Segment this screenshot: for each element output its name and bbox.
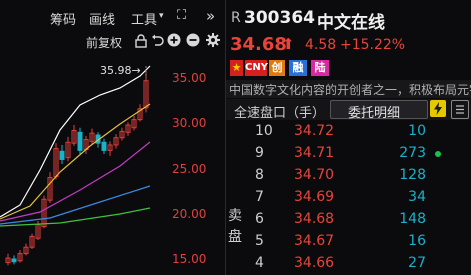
chip-distribution-button[interactable]: 筹码 xyxy=(50,9,76,28)
company-description-bar[interactable]: 中国数字文化内容的开创者之一，积极布局元宇 xyxy=(226,80,471,98)
company-description: 中国数字文化内容的开创者之一，积极布局元宇 xyxy=(229,83,471,97)
last-price-marker: 35.98→ xyxy=(100,64,141,77)
order-book-row[interactable]: 7 34.69 34 xyxy=(226,187,471,209)
kline-chart-panel[interactable]: 筹码 画线 工具 ▾ ⛶ » 前复权 35.98→ 35.00 30.00 25… xyxy=(0,0,226,275)
order-detail-tab-label: 委托明细 xyxy=(348,106,401,121)
order-book-row[interactable]: 4 34.66 27 xyxy=(226,253,471,275)
ask-price: 34.66 xyxy=(294,255,335,271)
settings-gear-icon[interactable] xyxy=(206,33,220,51)
moving-average-line xyxy=(0,207,151,227)
ask-price: 34.67 xyxy=(294,233,335,249)
current-price: 34.68 xyxy=(230,34,287,55)
up-arrow-icon: ⬆ xyxy=(282,35,295,53)
zoom-in-icon[interactable] xyxy=(167,33,181,51)
ask-level: 7 xyxy=(255,189,264,205)
ask-price: 34.71 xyxy=(294,145,335,161)
stock-name: 中文在线 xyxy=(317,13,385,33)
ask-level: 5 xyxy=(255,233,264,249)
price-change-percent: +15.22% xyxy=(340,37,406,53)
last-price-value: 35.98 xyxy=(100,64,132,77)
market-badge: R xyxy=(231,10,241,26)
ask-price: 34.70 xyxy=(294,167,335,183)
quote-panel: R 300364 中文在线 34.68 ⬆ 4.58 +15.22% ★ CNY… xyxy=(226,0,471,275)
tools-caret-icon: ▾ xyxy=(159,11,164,21)
price-axis-tick: 15.00 xyxy=(172,252,207,266)
order-book-row[interactable]: 8 34.70 128 xyxy=(226,165,471,187)
ask-price: 34.72 xyxy=(294,123,335,139)
ask-volume: 16 xyxy=(408,233,426,249)
order-book-title: 全速盘口（手） xyxy=(234,106,326,121)
ask-level: 4 xyxy=(255,255,264,271)
moving-average-line xyxy=(0,65,151,218)
moving-average-line xyxy=(0,185,151,225)
ask-level: 9 xyxy=(255,145,264,161)
ask-volume: 10 xyxy=(408,123,426,139)
ask-level: 8 xyxy=(255,167,264,183)
ask-volume: 273 xyxy=(399,145,426,161)
order-detail-tab[interactable]: 委托明细 xyxy=(330,100,428,121)
ask-price: 34.69 xyxy=(294,189,335,205)
flag-gem-board[interactable]: 创 xyxy=(269,60,285,76)
price-axis-tick: 25.00 xyxy=(172,162,207,176)
order-book-row[interactable]: 6 34.68 148 xyxy=(226,209,471,231)
flag-cny[interactable]: CNY xyxy=(245,60,268,76)
ask-level: 10 xyxy=(255,123,273,139)
draw-line-button[interactable]: 画线 xyxy=(89,9,115,28)
price-axis-tick: 35.00 xyxy=(172,71,207,85)
order-book-row[interactable]: 9 34.71 273 xyxy=(226,143,471,165)
ask-level: 6 xyxy=(255,211,264,227)
lock-icon[interactable] xyxy=(135,34,147,52)
zoom-out-icon[interactable] xyxy=(186,33,200,51)
ask-volume: 148 xyxy=(399,211,426,227)
price-axis-tick: 30.00 xyxy=(172,116,207,130)
new-order-dot-icon xyxy=(435,151,441,157)
tools-menu-button[interactable]: 工具 xyxy=(131,9,157,28)
candle-body xyxy=(11,258,17,263)
ask-volume: 34 xyxy=(408,189,426,205)
candle-body xyxy=(59,150,65,160)
candle-body xyxy=(77,131,83,151)
flag-stock-connect[interactable]: 陆 xyxy=(311,60,329,76)
collapse-panel-icon[interactable]: » xyxy=(206,7,215,25)
order-book-row[interactable]: 10 34.72 10 xyxy=(226,121,471,143)
grid-layout-icon[interactable] xyxy=(451,100,469,119)
price-adjust-selector[interactable]: 前复权 xyxy=(86,34,122,51)
price-change: 4.58 xyxy=(305,37,337,53)
flag-margin-trading[interactable]: 融 xyxy=(289,60,307,76)
undo-icon[interactable] xyxy=(151,34,164,51)
ask-price: 34.68 xyxy=(294,211,335,227)
order-book-row[interactable]: 5 34.67 16 xyxy=(226,231,471,253)
order-book-header: 全速盘口（手） 委托明细 xyxy=(226,99,471,121)
ask-volume: 128 xyxy=(399,167,426,183)
candle-body xyxy=(101,141,107,151)
last-price-arrow: → xyxy=(131,64,141,77)
price-axis-tick: 20.00 xyxy=(172,207,207,221)
lightning-icon[interactable] xyxy=(430,100,446,117)
ask-volume: 27 xyxy=(408,255,426,271)
stock-code: 300364 xyxy=(244,8,315,28)
fullscreen-icon[interactable]: ⛶ xyxy=(177,8,186,23)
china-flag-icon: ★ xyxy=(230,60,243,76)
